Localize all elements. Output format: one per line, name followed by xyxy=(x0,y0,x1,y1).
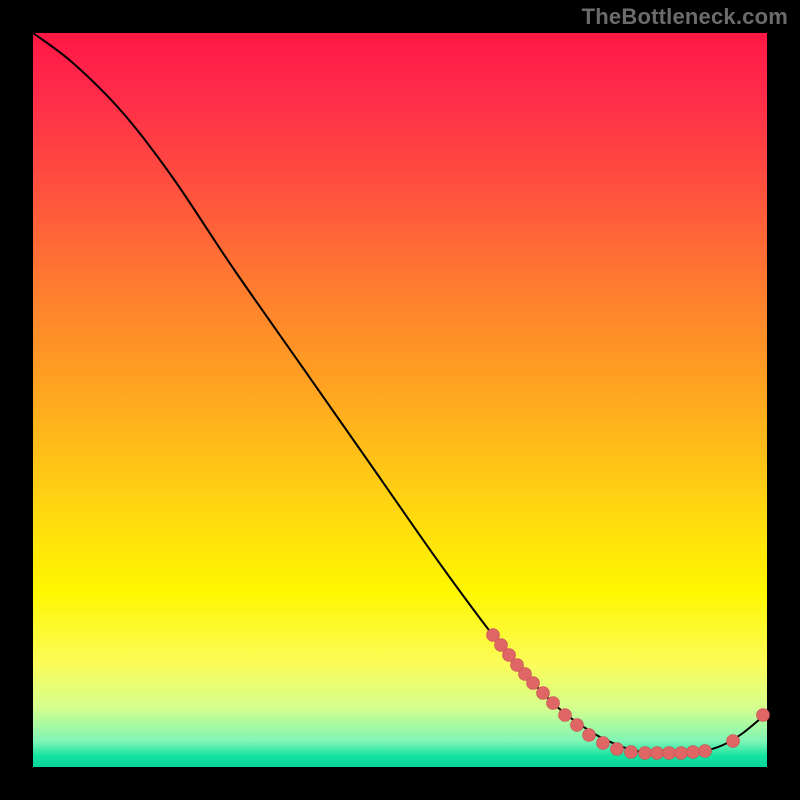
plot-area xyxy=(33,33,767,767)
curve-marker xyxy=(537,687,550,700)
curve-marker xyxy=(699,745,712,758)
curve-marker xyxy=(597,737,610,750)
curve-marker xyxy=(687,746,700,759)
curve-marker xyxy=(675,747,688,760)
curve-marker xyxy=(663,747,676,760)
curve-marker xyxy=(651,747,664,760)
curve-marker xyxy=(611,743,624,756)
curve-marker xyxy=(527,677,540,690)
curve-marker xyxy=(727,735,740,748)
marker-group xyxy=(487,629,770,760)
chart-frame: TheBottleneck.com xyxy=(0,0,800,800)
curve-marker xyxy=(639,747,652,760)
curve-marker xyxy=(625,746,638,759)
bottleneck-curve-line xyxy=(33,33,767,753)
curve-marker xyxy=(583,729,596,742)
curve-marker xyxy=(547,697,560,710)
curve-marker xyxy=(559,709,572,722)
watermark-text: TheBottleneck.com xyxy=(582,4,788,30)
curve-marker xyxy=(757,709,770,722)
curve-svg xyxy=(33,33,767,767)
curve-marker xyxy=(571,719,584,732)
